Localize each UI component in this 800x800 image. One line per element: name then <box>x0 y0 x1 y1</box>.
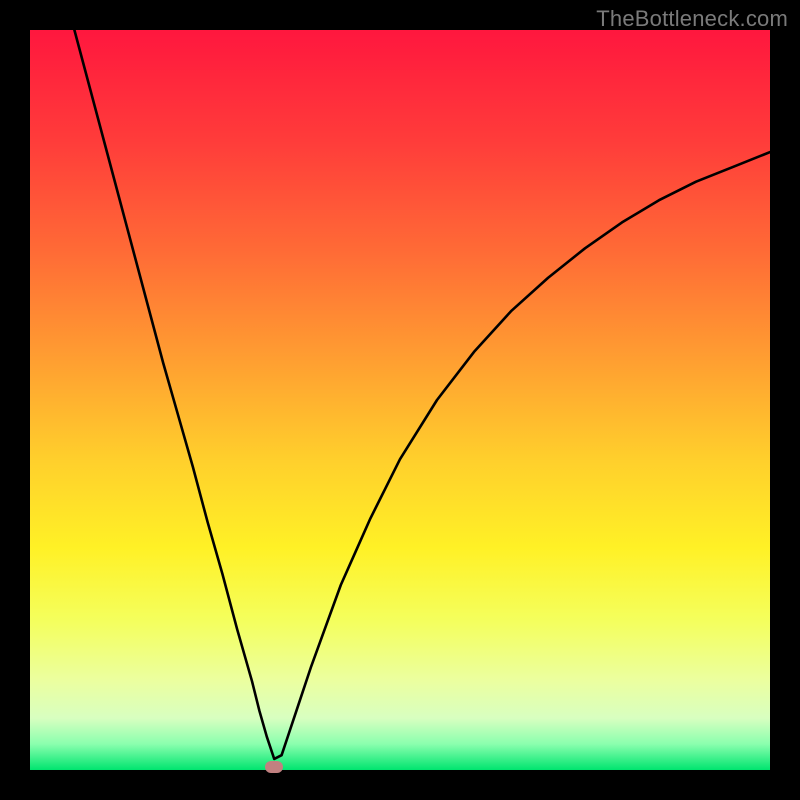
bottleneck-chart <box>30 30 770 770</box>
optimum-marker <box>265 761 283 773</box>
watermark-text: TheBottleneck.com <box>596 6 788 32</box>
chart-frame <box>30 30 770 770</box>
gradient-background <box>30 30 770 770</box>
